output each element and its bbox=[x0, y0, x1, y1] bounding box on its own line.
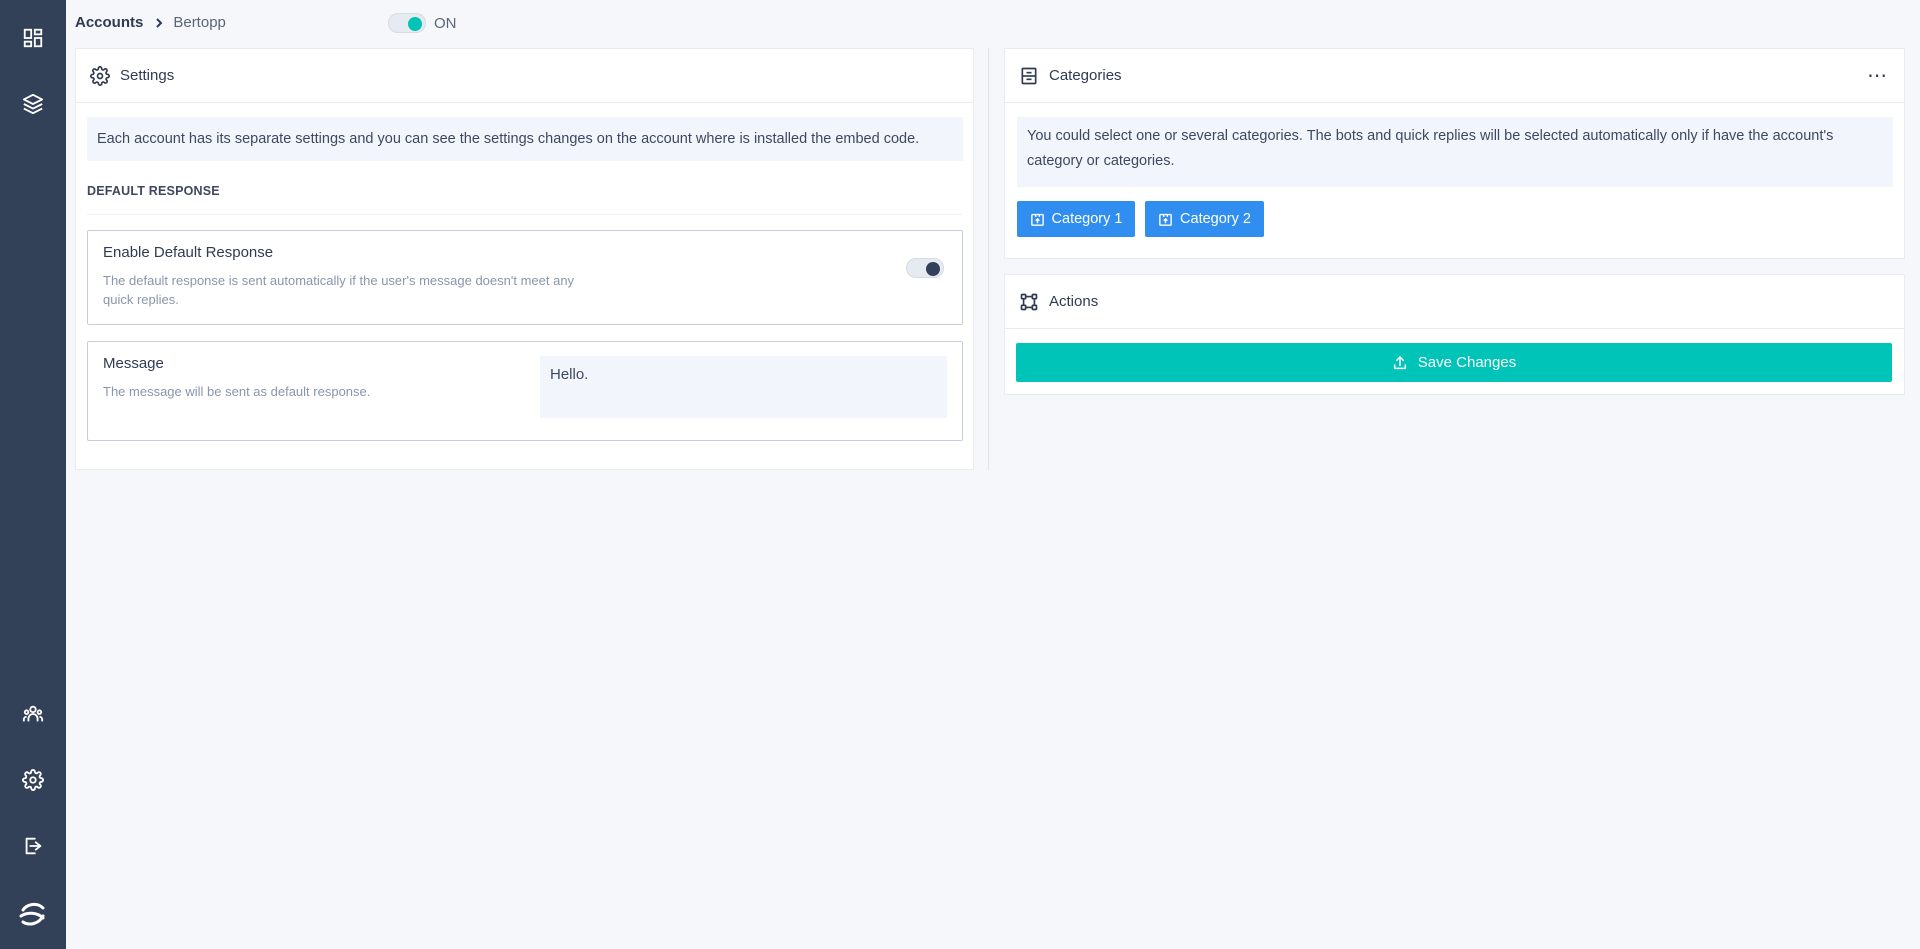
gear-icon bbox=[90, 65, 110, 86]
category-label: Category 1 bbox=[1051, 211, 1123, 227]
message-textarea[interactable]: Hello. bbox=[540, 356, 947, 418]
category-button-1[interactable]: Category 1 bbox=[1017, 201, 1135, 237]
section-divider bbox=[87, 214, 963, 215]
actions-title: Actions bbox=[1049, 293, 1099, 310]
settings-header: Settings bbox=[76, 49, 973, 103]
toggle-switch[interactable] bbox=[388, 13, 426, 33]
save-changes-button[interactable]: Save Changes bbox=[1016, 343, 1892, 382]
sidebar-item-logout[interactable] bbox=[0, 813, 66, 879]
save-changes-label: Save Changes bbox=[1417, 354, 1517, 371]
more-options-icon[interactable]: ⋯ bbox=[1867, 63, 1888, 88]
categories-title: Categories bbox=[1049, 67, 1122, 84]
breadcrumb-accounts[interactable]: Accounts bbox=[75, 14, 143, 31]
gear-icon bbox=[22, 769, 44, 791]
toggle-label: ON bbox=[434, 14, 457, 32]
sidebar-top bbox=[0, 5, 66, 137]
categories-header: Categories ⋯ bbox=[1005, 49, 1904, 103]
sidebar-item-settings[interactable] bbox=[0, 747, 66, 813]
users-icon bbox=[22, 705, 44, 722]
sidebar-item-layers[interactable] bbox=[0, 71, 66, 137]
category-label: Category 2 bbox=[1180, 211, 1251, 227]
account-status-toggle[interactable]: ON bbox=[388, 13, 457, 33]
enable-default-card: Enable Default Response The default resp… bbox=[87, 230, 963, 325]
breadcrumb-current: Bertopp bbox=[173, 14, 226, 31]
sidebar-bottom bbox=[0, 681, 66, 949]
chevron-right-icon bbox=[155, 17, 163, 28]
column-divider bbox=[988, 48, 989, 470]
message-title: Message bbox=[103, 355, 164, 372]
settings-panel: Settings Each account has its separate s… bbox=[75, 48, 974, 470]
settings-info: Each account has its separate settings a… bbox=[87, 117, 963, 161]
category-button-2[interactable]: Category 2 bbox=[1145, 201, 1264, 237]
actions-header: Actions bbox=[1005, 275, 1904, 329]
category-icon bbox=[1030, 213, 1044, 226]
logout-icon bbox=[25, 837, 42, 855]
archive-icon bbox=[1021, 67, 1037, 84]
logo-icon bbox=[19, 902, 45, 926]
sidebar bbox=[0, 0, 66, 949]
message-description: The message will be sent as default resp… bbox=[103, 384, 371, 399]
enable-default-description: The default response is sent automatical… bbox=[103, 273, 575, 307]
sidebar-logo[interactable] bbox=[0, 879, 66, 949]
upload-icon bbox=[1393, 355, 1406, 369]
category-icon bbox=[1159, 213, 1172, 226]
categories-info: You could select one or several categori… bbox=[1017, 117, 1893, 187]
layers-icon bbox=[22, 93, 44, 115]
sidebar-item-dashboard[interactable] bbox=[0, 5, 66, 71]
enable-default-toggle[interactable] bbox=[906, 258, 944, 278]
categories-panel: Categories ⋯ You could select one or sev… bbox=[1004, 48, 1905, 259]
section-title: DEFAULT RESPONSE bbox=[87, 184, 220, 198]
workflow-icon bbox=[1020, 293, 1038, 310]
dashboard-icon bbox=[23, 28, 43, 48]
top-bar: Accounts Bertopp bbox=[75, 0, 1920, 45]
sidebar-item-users[interactable] bbox=[0, 681, 66, 747]
enable-default-title: Enable Default Response bbox=[103, 244, 274, 261]
settings-title: Settings bbox=[120, 67, 175, 84]
message-card: Message The message will be sent as defa… bbox=[87, 341, 963, 441]
